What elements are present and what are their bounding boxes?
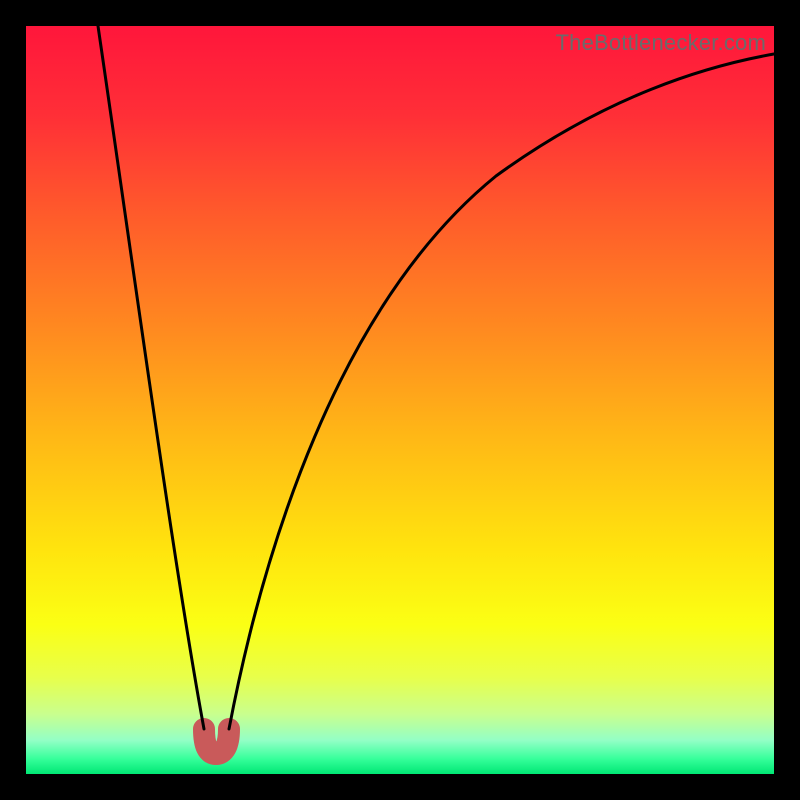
curve-right-branch bbox=[229, 54, 774, 729]
watermark-text: TheBottlenecker.com bbox=[556, 30, 766, 56]
curve-left-branch bbox=[98, 26, 204, 729]
bottleneck-curve bbox=[26, 26, 774, 774]
optimal-marker bbox=[204, 729, 229, 754]
chart-frame: TheBottlenecker.com bbox=[0, 0, 800, 800]
chart-plot-area: TheBottlenecker.com bbox=[26, 26, 774, 774]
